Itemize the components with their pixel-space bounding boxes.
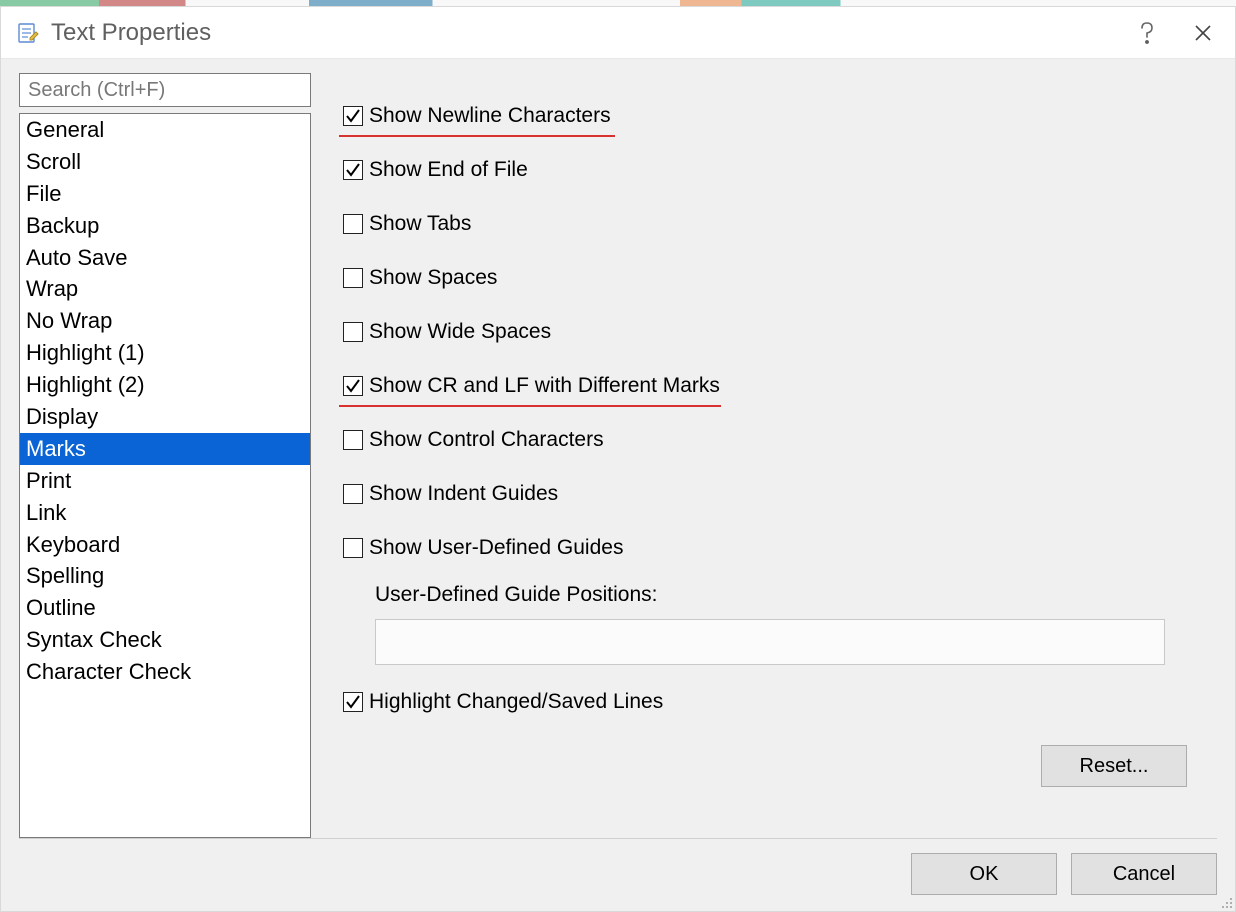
cancel-button[interactable]: Cancel	[1071, 853, 1217, 895]
reset-button[interactable]: Reset...	[1041, 745, 1187, 787]
option-label: Show Tabs	[369, 212, 471, 236]
search-input[interactable]	[19, 73, 311, 107]
category-item[interactable]: Highlight (2)	[20, 369, 310, 401]
ok-button-label: OK	[970, 863, 999, 886]
dialog-title: Text Properties	[51, 19, 211, 47]
option-label: Show Control Characters	[369, 428, 604, 452]
option-label: Show Newline Characters	[369, 104, 611, 128]
close-button[interactable]	[1175, 12, 1231, 54]
category-item[interactable]: Syntax Check	[20, 624, 310, 656]
category-item[interactable]: Auto Save	[20, 242, 310, 274]
app-icon	[15, 20, 41, 46]
sidebar: GeneralScrollFileBackupAuto SaveWrapNo W…	[19, 73, 311, 838]
settings-panel: Show Newline Characters Show End of File S…	[343, 73, 1217, 838]
checkbox-icon	[343, 160, 363, 180]
category-item[interactable]: No Wrap	[20, 305, 310, 337]
category-item[interactable]: Print	[20, 465, 310, 497]
guides-label: User-Defined Guide Positions:	[375, 583, 1217, 607]
option-show-cr-and-lf-with-different-marks[interactable]: Show CR and LF with Different Marks	[343, 371, 1217, 401]
option-show-end-of-file[interactable]: Show End of File	[343, 155, 1217, 185]
option-label: Show Spaces	[369, 266, 497, 290]
category-item[interactable]: Backup	[20, 210, 310, 242]
dialog-body: GeneralScrollFileBackupAuto SaveWrapNo W…	[1, 59, 1235, 838]
guides-input	[375, 619, 1165, 665]
option-show-control-characters[interactable]: Show Control Characters	[343, 425, 1217, 455]
category-item[interactable]: File	[20, 178, 310, 210]
option-label: Show End of File	[369, 158, 528, 182]
option-show-indent-guides[interactable]: Show Indent Guides	[343, 479, 1217, 509]
category-item[interactable]: Character Check	[20, 656, 310, 688]
option-show-tabs[interactable]: Show Tabs	[343, 209, 1217, 239]
checkbox-icon	[343, 268, 363, 288]
checkbox-icon	[343, 214, 363, 234]
cancel-button-label: Cancel	[1113, 863, 1175, 886]
category-item[interactable]: Marks	[20, 433, 310, 465]
option-show-newline-characters[interactable]: Show Newline Characters	[343, 101, 1217, 131]
category-item[interactable]: Scroll	[20, 146, 310, 178]
category-item[interactable]: General	[20, 114, 310, 146]
option-label: Show CR and LF with Different Marks	[369, 374, 720, 398]
checkbox-icon	[343, 692, 363, 712]
ok-button[interactable]: OK	[911, 853, 1057, 895]
category-item[interactable]: Spelling	[20, 560, 310, 592]
dialog-titlebar: Text Properties	[1, 7, 1235, 59]
category-item[interactable]: Outline	[20, 592, 310, 624]
reset-button-label: Reset...	[1080, 755, 1149, 778]
option-label: Show Wide Spaces	[369, 320, 551, 344]
option-show-wide-spaces[interactable]: Show Wide Spaces	[343, 317, 1217, 347]
user-defined-guides-group: User-Defined Guide Positions:	[375, 583, 1217, 665]
option-label: Highlight Changed/Saved Lines	[369, 690, 663, 714]
category-item[interactable]: Keyboard	[20, 529, 310, 561]
resize-grip[interactable]	[1219, 895, 1233, 909]
category-item[interactable]: Link	[20, 497, 310, 529]
option-show-spaces[interactable]: Show Spaces	[343, 263, 1217, 293]
option-label: Show User-Defined Guides	[369, 536, 623, 560]
checkbox-icon	[343, 106, 363, 126]
checkbox-icon	[343, 322, 363, 342]
option-label: Show Indent Guides	[369, 482, 558, 506]
option-show-user-defined-guides[interactable]: Show User-Defined Guides	[343, 533, 1217, 563]
checkbox-icon	[343, 376, 363, 396]
category-item[interactable]: Display	[20, 401, 310, 433]
category-list[interactable]: GeneralScrollFileBackupAuto SaveWrapNo W…	[19, 113, 311, 838]
text-properties-dialog: Text Properties GeneralScrollFileBackupA…	[0, 6, 1236, 912]
checkbox-icon	[343, 484, 363, 504]
checkbox-icon	[343, 430, 363, 450]
option-highlight-changed-saved-lines[interactable]: Highlight Changed/Saved Lines	[343, 687, 1217, 717]
dialog-footer: OK Cancel	[19, 838, 1217, 911]
checkbox-icon	[343, 538, 363, 558]
category-item[interactable]: Wrap	[20, 273, 310, 305]
help-button[interactable]	[1119, 12, 1175, 54]
category-item[interactable]: Highlight (1)	[20, 337, 310, 369]
